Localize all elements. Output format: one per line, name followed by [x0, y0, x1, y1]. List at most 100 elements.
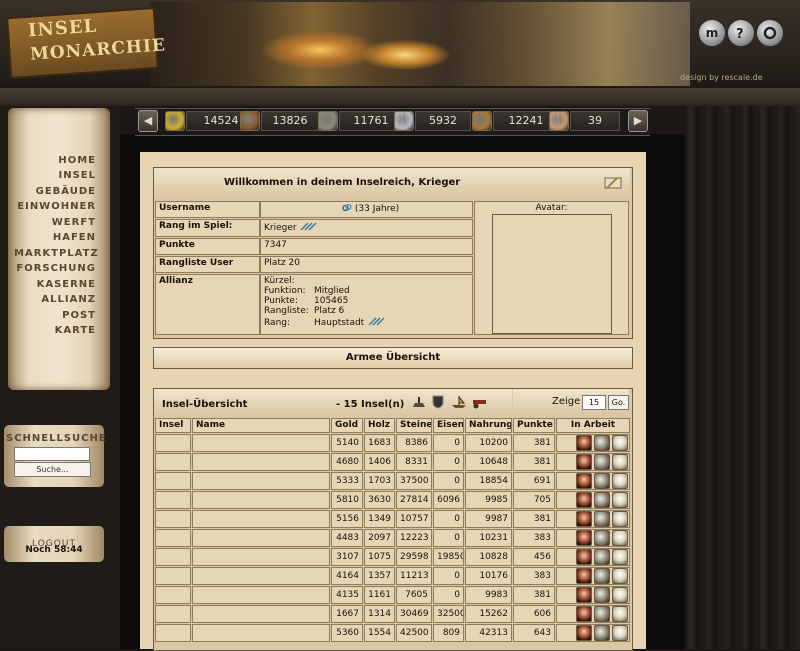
research-bulb-icon[interactable] [612, 435, 628, 451]
cell-punkte: 381 [513, 510, 555, 528]
harbor-icon[interactable] [411, 395, 427, 409]
cell-name[interactable] [192, 605, 330, 623]
cell-name[interactable] [192, 624, 330, 642]
worker-portrait-icon[interactable] [576, 473, 592, 489]
research-bulb-icon[interactable] [612, 454, 628, 470]
building-globe-icon[interactable] [594, 625, 610, 641]
nav-home[interactable]: HOME [14, 155, 96, 166]
quicksearch-button[interactable]: Suche... [14, 462, 91, 477]
building-globe-icon[interactable] [594, 568, 610, 584]
nav-forschung[interactable]: FORSCHUNG [14, 263, 96, 274]
research-bulb-icon[interactable] [612, 511, 628, 527]
cell-name[interactable] [192, 434, 330, 452]
cell-insel [155, 472, 191, 490]
cell-gold: 4135 [331, 586, 363, 604]
nav-werft[interactable]: WERFT [14, 217, 96, 228]
col-header-steine: Steine [396, 418, 432, 433]
alliance-line: Kürzel: [264, 276, 295, 286]
army-overview-button[interactable]: Armee Übersicht [153, 347, 633, 369]
building-globe-icon[interactable] [594, 606, 610, 622]
cell-steine: 7605 [396, 586, 432, 604]
header-menu-button-1[interactable]: m [697, 18, 727, 48]
cell-name[interactable] [192, 567, 330, 585]
worker-portrait-icon[interactable] [576, 435, 592, 451]
nav-hafen[interactable]: HAFEN [14, 232, 96, 243]
nav-allianz[interactable]: ALLIANZ [14, 294, 96, 305]
cell-name[interactable] [192, 453, 330, 471]
resource-bar-right-arrow[interactable]: ▶ [628, 110, 648, 132]
worker-portrait-icon[interactable] [576, 625, 592, 641]
research-bulb-icon[interactable] [612, 625, 628, 641]
research-bulb-icon[interactable] [612, 587, 628, 603]
col-header-name: Name [192, 418, 330, 433]
profile-link-icon[interactable] [342, 203, 352, 212]
show-go-button[interactable]: Go. [608, 395, 629, 410]
shield-icon[interactable] [431, 394, 445, 409]
alliance-line: Punkte: 105465 [264, 296, 349, 306]
scroll-map-icon[interactable] [603, 174, 623, 192]
resource-bar-left-arrow[interactable]: ◀ [138, 110, 158, 132]
worker-portrait-icon[interactable] [576, 606, 592, 622]
nav-karte[interactable]: KARTE [14, 325, 96, 336]
cell-name[interactable] [192, 548, 330, 566]
research-bulb-icon[interactable] [612, 473, 628, 489]
col-header-insel: Insel [155, 418, 191, 433]
research-bulb-icon[interactable] [612, 530, 628, 546]
cell-name[interactable] [192, 472, 330, 490]
research-bulb-icon[interactable] [612, 549, 628, 565]
nav-insel[interactable]: INSEL [14, 170, 96, 181]
nav-marktplatz[interactable]: MARKTPLATZ [14, 248, 98, 259]
cell-punkte: 606 [513, 605, 555, 623]
building-globe-icon[interactable] [594, 587, 610, 603]
nav-kaserne[interactable]: KASERNE [14, 279, 96, 290]
nav-gebaeude[interactable]: GEBÄUDE [14, 186, 96, 197]
cell-name[interactable] [192, 529, 330, 547]
design-credit: design by rescale.de [680, 73, 763, 82]
cell-insel [155, 491, 191, 509]
building-globe-icon[interactable] [594, 511, 610, 527]
cell-eisen: 6096 [433, 491, 464, 509]
worker-portrait-icon[interactable] [576, 549, 592, 565]
svg-text:?: ? [736, 27, 744, 42]
cell-steine: 10757 [396, 510, 432, 528]
cell-holz: 1161 [364, 586, 395, 604]
worker-portrait-icon[interactable] [576, 492, 592, 508]
food-icon [472, 111, 492, 131]
islands-title: Insel-Übersicht [162, 399, 248, 410]
cell-name[interactable] [192, 510, 330, 528]
cannon-fire-artwork [360, 40, 450, 70]
col-header-punkte: Punkte [513, 418, 555, 433]
building-globe-icon[interactable] [594, 473, 610, 489]
cell-nahrung: 10648 [465, 453, 512, 471]
worker-portrait-icon[interactable] [576, 530, 592, 546]
cell-holz: 1703 [364, 472, 395, 490]
building-globe-icon[interactable] [594, 492, 610, 508]
nav-post[interactable]: POST [14, 310, 96, 321]
research-bulb-icon[interactable] [612, 492, 628, 508]
quicksearch-input[interactable] [14, 447, 90, 461]
building-globe-icon[interactable] [594, 549, 610, 565]
building-globe-icon[interactable] [594, 454, 610, 470]
help-icon: ? [736, 27, 744, 42]
cell-steine: 29598 [396, 548, 432, 566]
cell-name[interactable] [192, 491, 330, 509]
research-bulb-icon[interactable] [612, 568, 628, 584]
worker-portrait-icon[interactable] [576, 587, 592, 603]
worker-portrait-icon[interactable] [576, 454, 592, 470]
worker-portrait-icon[interactable] [576, 511, 592, 527]
nav-einwohner[interactable]: EINWOHNER [14, 201, 96, 212]
ship-icon[interactable] [451, 395, 467, 409]
cell-holz: 2097 [364, 529, 395, 547]
building-globe-icon[interactable] [594, 530, 610, 546]
worker-portrait-icon[interactable] [576, 568, 592, 584]
cell-holz: 1075 [364, 548, 395, 566]
cannon-icon[interactable] [471, 395, 489, 409]
right-frame-decoration [685, 106, 800, 649]
building-globe-icon[interactable] [594, 435, 610, 451]
cell-name[interactable] [192, 586, 330, 604]
header-menu-button-2[interactable]: ? [726, 18, 756, 48]
research-bulb-icon[interactable] [612, 606, 628, 622]
cell-gold: 1667 [331, 605, 363, 623]
header-menu-button-3[interactable] [755, 18, 785, 48]
show-count-input[interactable]: 15 [582, 395, 606, 410]
